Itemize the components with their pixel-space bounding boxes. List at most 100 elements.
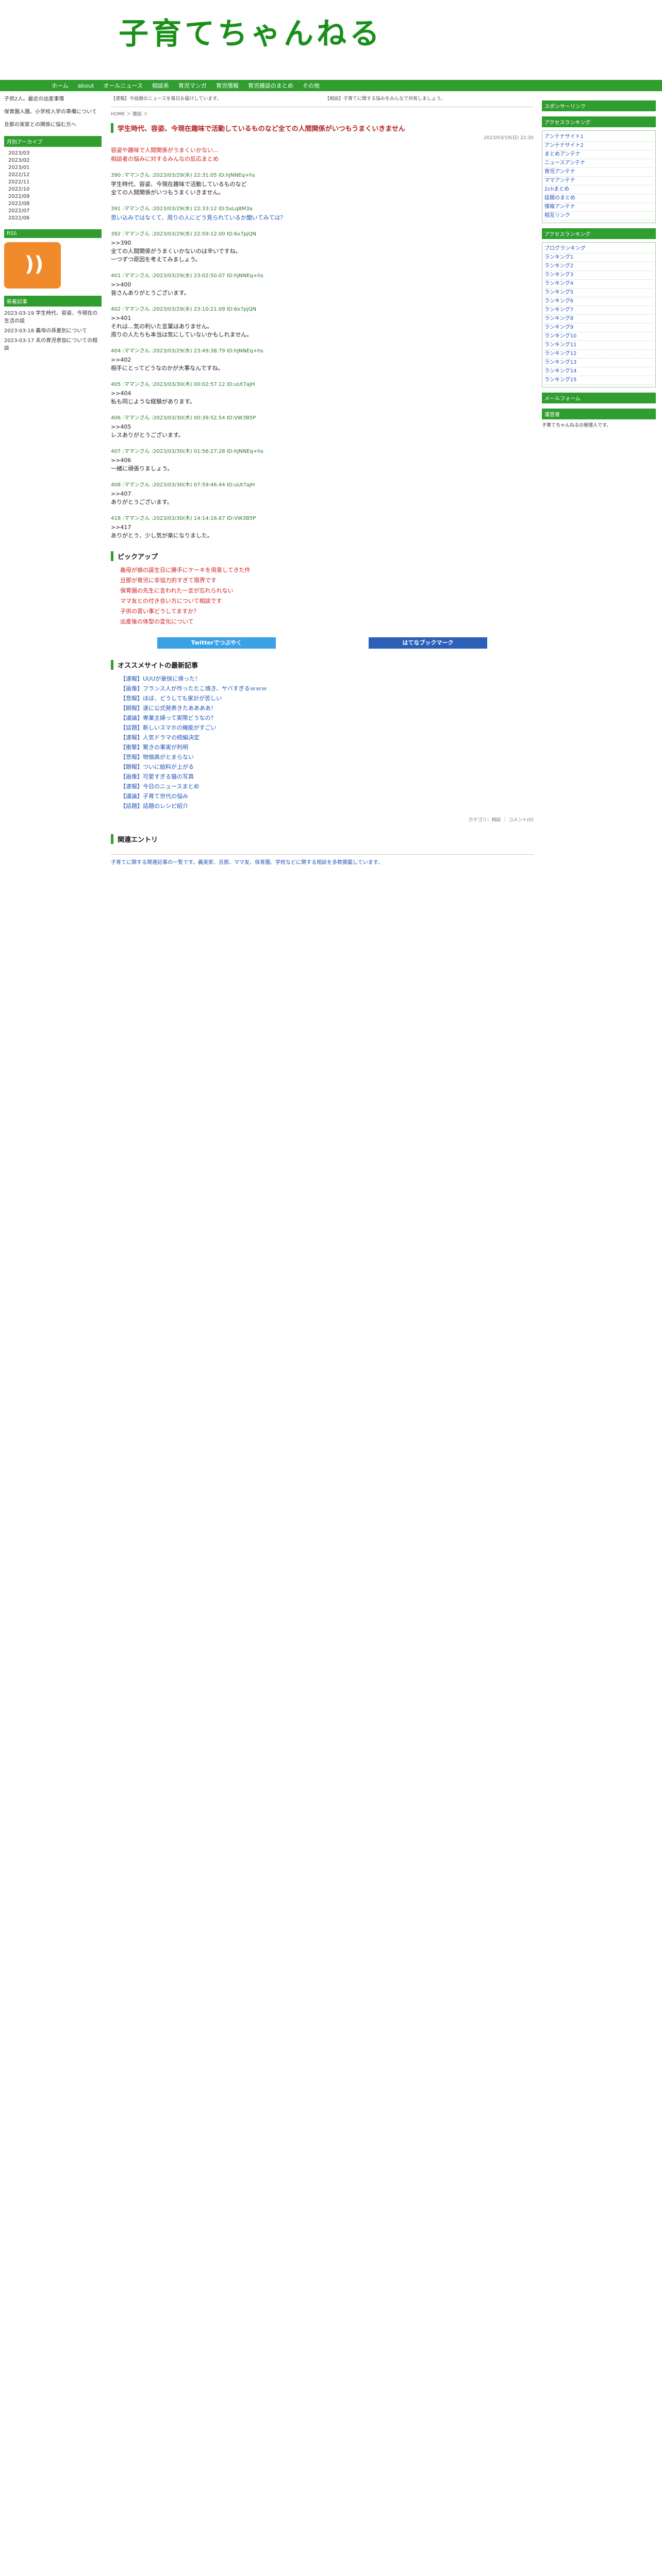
form-heading: メールフォーム [542, 393, 656, 403]
new-article-item[interactable]: 【朗報】ついに給料が上がる [120, 762, 534, 772]
antenna-item[interactable]: まとめアンテナ [544, 150, 653, 159]
ranking-item[interactable]: ランキング9 [544, 324, 653, 332]
post-header: 390 :ママンさん :2023/03/29(水) 22:31:05 ID:hJ… [111, 173, 255, 178]
post-header: 407 :ママンさん :2023/03/30(木) 01:56:27.28 ID… [111, 449, 263, 454]
top-box-left: 【速報】今話題のニュースを毎日お届けしています。 [111, 96, 222, 101]
rss-icon[interactable] [4, 242, 61, 289]
nav-link[interactable]: 育児情報 [216, 81, 239, 90]
post: 390 :ママンさん :2023/03/29(水) 22:31:05 ID:hJ… [111, 171, 534, 197]
new-article-item[interactable]: 【悲報】ほぼ、どうしても家計が苦しい [120, 693, 534, 703]
post: 392 :ママンさん :2023/03/29(水) 22:59:12.00 ID… [111, 229, 534, 264]
ranking-item[interactable]: ランキング5 [544, 289, 653, 297]
pickup-item[interactable]: 義母が娘の誕生日に勝手にケーキを用意してきた件 [120, 565, 534, 575]
nav-link[interactable]: 育児マンガ [178, 81, 207, 90]
top-box: 【速報】今話題のニュースを毎日お届けしています。 【相談】子育てに関する悩みをみ… [111, 95, 534, 107]
new-article-item[interactable]: 【速報】人気ドラマの続編決定 [120, 733, 534, 742]
post: 404 :ママンさん :2023/03/29(水) 23:49:38.79 ID… [111, 346, 534, 372]
ranking-item[interactable]: ランキング14 [544, 367, 653, 376]
antenna-item[interactable]: 育児アンテナ [544, 168, 653, 177]
new-article-item[interactable]: 【議論】子育て世代の悩み [120, 791, 534, 801]
nav-link[interactable]: about [78, 82, 94, 89]
archive-item[interactable]: 2023/02 [4, 157, 102, 164]
ranking-item[interactable]: ブログランキング [544, 245, 653, 253]
post-header: 402 :ママンさん :2023/03/29(水) 23:10:21.09 ID… [111, 307, 256, 312]
twitter-button[interactable]: Twitterでつぶやく [157, 637, 276, 649]
new-article-item[interactable]: 【悲報】物価高がとまらない [120, 752, 534, 762]
antenna-item[interactable]: 話題のまとめ [544, 194, 653, 203]
new-articles-heading: オススメサイトの最新記事 [111, 660, 534, 670]
hatena-button[interactable]: はてなブックマーク [369, 637, 487, 649]
new-article-item[interactable]: 【画像】可愛すぎる猫の写真 [120, 772, 534, 782]
archive-list: 2023/03 2023/02 2023/01 2022/12 2022/11 2022/… [4, 150, 102, 222]
ranking-item[interactable]: ランキング10 [544, 332, 653, 341]
ranking-item[interactable]: ランキング1 [544, 253, 653, 262]
ranking-item[interactable]: ランキング7 [544, 306, 653, 315]
archive-item[interactable]: 2022/11 [4, 179, 102, 186]
archive-item[interactable]: 2022/09 [4, 193, 102, 200]
pickup-item[interactable]: 子供の習い事どうしてますか？ [120, 606, 534, 617]
recent-item[interactable]: 2023-03-19 学生時代、容姿、今現在の生活の話 [4, 310, 102, 325]
ranking-item[interactable]: ランキング12 [544, 350, 653, 359]
ranking-item[interactable]: ランキング2 [544, 262, 653, 271]
new-article-item[interactable]: 【話題】新しいスマホの機能がすごい [120, 723, 534, 733]
ranking-item[interactable]: ランキング3 [544, 271, 653, 280]
nav-link[interactable]: 相談系 [152, 81, 169, 90]
ranking-item[interactable]: ランキング13 [544, 359, 653, 367]
archive-item[interactable]: 2023/01 [4, 164, 102, 172]
pickup-item[interactable]: ママ友との付き合い方について相談です [120, 596, 534, 606]
archive-item[interactable]: 2023/03 [4, 150, 102, 157]
nav-link[interactable]: 育児雑談のまとめ [248, 81, 293, 90]
recent-heading: 新着記事 [4, 296, 102, 307]
new-article-item[interactable]: 【衝撃】驚きの事実が判明 [120, 742, 534, 752]
archive-item[interactable]: 2022/12 [4, 172, 102, 179]
ranking-item[interactable]: ランキング11 [544, 341, 653, 350]
post-body: >>400 皆さんありがとうございます。 [111, 281, 190, 296]
rss-heading: RSS [4, 229, 102, 238]
new-article-item[interactable]: 【画像】フランス人が作ったたこ焼き、ヤバすぎるｗｗｗ [120, 684, 534, 693]
ranking-item[interactable]: ランキング6 [544, 297, 653, 306]
pickup-item[interactable]: 出産後の体型の変化について [120, 617, 534, 627]
new-article-item[interactable]: 【速報】今日のニュースまとめ [120, 782, 534, 791]
archive-item[interactable]: 2022/08 [4, 200, 102, 208]
ranking-item[interactable]: ランキング4 [544, 280, 653, 289]
antenna-item[interactable]: アンテナサイト1 [544, 133, 653, 142]
antenna-item[interactable]: 相互リンク [544, 212, 653, 221]
red-link[interactable]: 容姿や趣味で人間関係がうまくいかない… [111, 146, 534, 155]
antenna-item[interactable]: 2chまとめ [544, 185, 653, 194]
post: 407 :ママンさん :2023/03/30(木) 01:56:27.28 ID… [111, 447, 534, 473]
antenna-item[interactable]: ニュースアンテナ [544, 159, 653, 168]
antenna-item[interactable]: ママアンテナ [544, 177, 653, 185]
nav-link[interactable]: その他 [303, 81, 320, 90]
antenna-item[interactable]: 情報アンテナ [544, 203, 653, 212]
post-header: 405 :ママンさん :2023/03/30(木) 00:02:57.12 ID… [111, 382, 255, 387]
new-article-item[interactable]: 【話題】話題のレシピ紹介 [120, 801, 534, 811]
main-content: 【速報】今話題のニュースを毎日お届けしています。 【相談】子育てに関する悩みをみ… [106, 91, 539, 871]
red-link[interactable]: 相談者の悩みに対するみんなの反応まとめ [111, 155, 534, 163]
ranking-item[interactable]: ランキング8 [544, 315, 653, 324]
archive-item[interactable]: 2022/10 [4, 186, 102, 193]
antenna-item[interactable]: アンテナサイト2 [544, 142, 653, 150]
ranking-item[interactable]: ランキング15 [544, 376, 653, 385]
top-box-right: 【相談】子育てに関する悩みをみんなで共有しましょう。 [325, 96, 445, 101]
post-header: 391 :ママンさん :2023/03/29(水) 22:33:12 ID:5x… [111, 206, 253, 212]
about-text: 子育てちゃんねるの管理人です。 [542, 423, 611, 428]
site-logo[interactable]: 子育てちゃんねる [119, 9, 383, 53]
recent-item[interactable]: 2023-03-18 義母の孫差別について [4, 327, 102, 335]
archive-item[interactable]: 2022/06 [4, 215, 102, 222]
pickup-item[interactable]: 保育園の先生に言われた一言が忘れられない [120, 586, 534, 596]
nav-link[interactable]: オールニュース [103, 81, 142, 90]
pickup-item[interactable]: 旦那が育児に非協力的すぎて限界です [120, 575, 534, 586]
antenna-list: アンテナサイト1 アンテナサイト2 まとめアンテナ ニュースアンテナ 育児アンテナ ママア… [542, 130, 656, 223]
post-body: >>417 ありがとう、少し気が楽になりました。 [111, 524, 213, 539]
archive-item[interactable]: 2022/07 [4, 208, 102, 215]
new-article-item[interactable]: 【議論】専業主婦って実際どうなの？ [120, 713, 534, 723]
category-line[interactable]: カテゴリ：相談 ｜ コメント(0) [111, 816, 534, 823]
recent-item[interactable]: 2023-03-17 夫の育児参加についての相談 [4, 337, 102, 352]
breadcrumb[interactable]: HOME ＞ 雑談 ＞ [111, 110, 534, 117]
sponsor-heading: スポンサーリンク [542, 100, 656, 111]
nav-link[interactable]: ホーム [52, 81, 69, 90]
new-article-item[interactable]: 【朗報】遂に公式発表きたああああ！ [120, 703, 534, 713]
left-intro-text: 子供2人。最近の出産事情 [4, 96, 64, 102]
new-article-item[interactable]: 【速報】UUUが豪快に帰った！ [120, 674, 534, 684]
post-body: >>407 ありがとうございます。 [111, 490, 173, 505]
